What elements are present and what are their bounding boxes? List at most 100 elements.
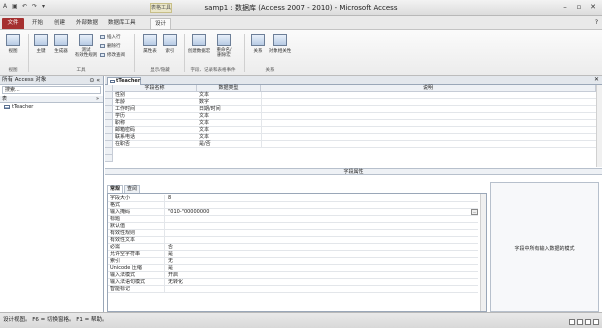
- relationships-button[interactable]: 关系: [248, 33, 268, 61]
- view-button[interactable]: 视图: [3, 33, 23, 61]
- tab-lookup[interactable]: 查阅: [124, 185, 141, 193]
- design-view-icon[interactable]: [593, 319, 599, 325]
- table-row[interactable]: 在职否 是/否: [113, 141, 596, 148]
- property-row[interactable]: 必需否: [108, 244, 478, 251]
- minimize-icon[interactable]: –: [558, 2, 572, 12]
- tab-design[interactable]: 设计: [150, 18, 172, 29]
- object-dependencies-button[interactable]: 对象相关性: [268, 33, 292, 61]
- row-selector[interactable]: [105, 92, 113, 99]
- close-document-icon[interactable]: ✕: [594, 76, 599, 83]
- property-value[interactable]: 是: [167, 251, 477, 258]
- tab-home[interactable]: 开始: [28, 18, 47, 29]
- primary-key-button[interactable]: 主键: [31, 33, 51, 61]
- property-value[interactable]: [167, 202, 477, 209]
- delete-rows-button[interactable]: 删除行: [100, 43, 121, 49]
- property-value[interactable]: "010-"00000000: [167, 209, 477, 216]
- grid-scrollbar[interactable]: [596, 85, 602, 167]
- table-row[interactable]: 年龄 数字: [113, 99, 596, 106]
- property-row[interactable]: Unicode 压缩是: [108, 265, 478, 272]
- row-selector[interactable]: [105, 106, 113, 113]
- property-value[interactable]: 无: [167, 258, 477, 265]
- property-sheet-button[interactable]: 属性表: [140, 33, 160, 61]
- description-cell[interactable]: [261, 99, 591, 106]
- tab-database-tools[interactable]: 数据库工具: [104, 18, 140, 29]
- modify-lookups-button[interactable]: 修改查阅: [100, 52, 125, 58]
- chevron-down-icon[interactable]: ⊙ «: [89, 76, 100, 85]
- table-row[interactable]: 联系电话 文本: [113, 134, 596, 141]
- help-icon[interactable]: ?: [595, 19, 598, 26]
- field-name-cell[interactable]: 在职否: [115, 141, 195, 148]
- property-value[interactable]: [167, 230, 477, 237]
- property-row[interactable]: 标题: [108, 216, 478, 223]
- property-value[interactable]: 否: [167, 244, 477, 251]
- table-row[interactable]: 工作时间 日期/时间: [113, 106, 596, 113]
- property-row[interactable]: 输入法语句模式 无转化: [108, 279, 478, 286]
- datasheet-view-icon[interactable]: [569, 319, 575, 325]
- rename-delete-macro-button[interactable]: 重命名/ 删除宏: [212, 33, 236, 61]
- field-name-cell[interactable]: 年龄: [115, 99, 195, 106]
- create-data-macros-button[interactable]: 创建数据宏: [187, 33, 211, 61]
- property-row[interactable]: 索引无: [108, 258, 478, 265]
- property-row[interactable]: 默认值: [108, 223, 478, 230]
- data-type-cell[interactable]: 日期/时间: [199, 106, 259, 113]
- description-cell[interactable]: [261, 106, 591, 113]
- table-row[interactable]: 邮箱密码 文本: [113, 127, 596, 134]
- property-value[interactable]: 无转化: [167, 279, 477, 286]
- row-selector[interactable]: [105, 127, 113, 134]
- property-value[interactable]: 是: [167, 265, 477, 272]
- row-selector[interactable]: [105, 99, 113, 106]
- data-type-cell[interactable]: 文本: [199, 134, 259, 141]
- field-name-cell[interactable]: 性别: [115, 92, 195, 99]
- table-row[interactable]: 职称 文本: [113, 120, 596, 127]
- row-selector[interactable]: [105, 155, 113, 162]
- description-cell[interactable]: [261, 134, 591, 141]
- field-name-cell[interactable]: 学历: [115, 113, 195, 120]
- property-row[interactable]: 输入法模式 开启: [108, 272, 478, 279]
- property-row[interactable]: 格式: [108, 202, 478, 209]
- property-row[interactable]: 智能标记: [108, 286, 478, 293]
- tab-create[interactable]: 创建: [50, 18, 69, 29]
- property-row[interactable]: 输入掩码 "010-"00000000: [108, 209, 478, 216]
- description-cell[interactable]: [261, 113, 591, 120]
- builder-button[interactable]: 生成器: [51, 33, 71, 61]
- property-value[interactable]: 8: [167, 195, 477, 202]
- tab-general[interactable]: 常规: [107, 185, 124, 193]
- close-icon[interactable]: ✕: [586, 2, 600, 12]
- data-type-cell[interactable]: 是/否: [199, 141, 259, 148]
- property-row[interactable]: 有效性规则: [108, 230, 478, 237]
- collapse-icon[interactable]: »: [96, 96, 99, 103]
- nav-item-tteacher[interactable]: tTeacher: [0, 103, 103, 111]
- data-type-cell[interactable]: 文本: [199, 92, 259, 99]
- data-type-cell[interactable]: 文本: [199, 120, 259, 127]
- maximize-icon[interactable]: ▫: [572, 2, 586, 12]
- property-value[interactable]: [167, 223, 477, 230]
- field-name-cell[interactable]: 工作时间: [115, 106, 195, 113]
- field-name-cell[interactable]: 联系电话: [115, 134, 195, 141]
- indexes-button[interactable]: 索引: [160, 33, 180, 61]
- property-value[interactable]: 开启: [167, 272, 477, 279]
- builder-ellipsis-button[interactable]: …: [471, 209, 478, 215]
- property-row[interactable]: 有效性文本: [108, 237, 478, 244]
- row-selector[interactable]: [105, 120, 113, 127]
- document-tab-tteacher[interactable]: tTeacher: [107, 77, 141, 85]
- data-type-cell[interactable]: 文本: [199, 113, 259, 120]
- properties-scrollbar[interactable]: [480, 194, 486, 311]
- pivot-view-icon[interactable]: [577, 319, 583, 325]
- table-row[interactable]: 学历 文本: [113, 113, 596, 120]
- nav-header[interactable]: 所有 Access 对象 ⊙ «: [0, 76, 103, 85]
- description-cell[interactable]: [261, 92, 591, 99]
- property-row[interactable]: 允许空字符串是: [108, 251, 478, 258]
- test-validation-button[interactable]: 测试 有效性规则: [73, 33, 99, 61]
- description-cell[interactable]: [261, 141, 591, 148]
- chart-view-icon[interactable]: [585, 319, 591, 325]
- nav-search-input[interactable]: 搜索...: [2, 86, 101, 94]
- property-value[interactable]: [167, 286, 477, 293]
- field-name-cell[interactable]: 邮箱密码: [115, 127, 195, 134]
- row-selector[interactable]: [105, 113, 113, 120]
- data-type-cell[interactable]: 数字: [199, 99, 259, 106]
- field-name-cell[interactable]: 职称: [115, 120, 195, 127]
- property-value[interactable]: [167, 216, 477, 223]
- row-selector[interactable]: [105, 134, 113, 141]
- row-selector[interactable]: [105, 148, 113, 155]
- description-cell[interactable]: [261, 120, 591, 127]
